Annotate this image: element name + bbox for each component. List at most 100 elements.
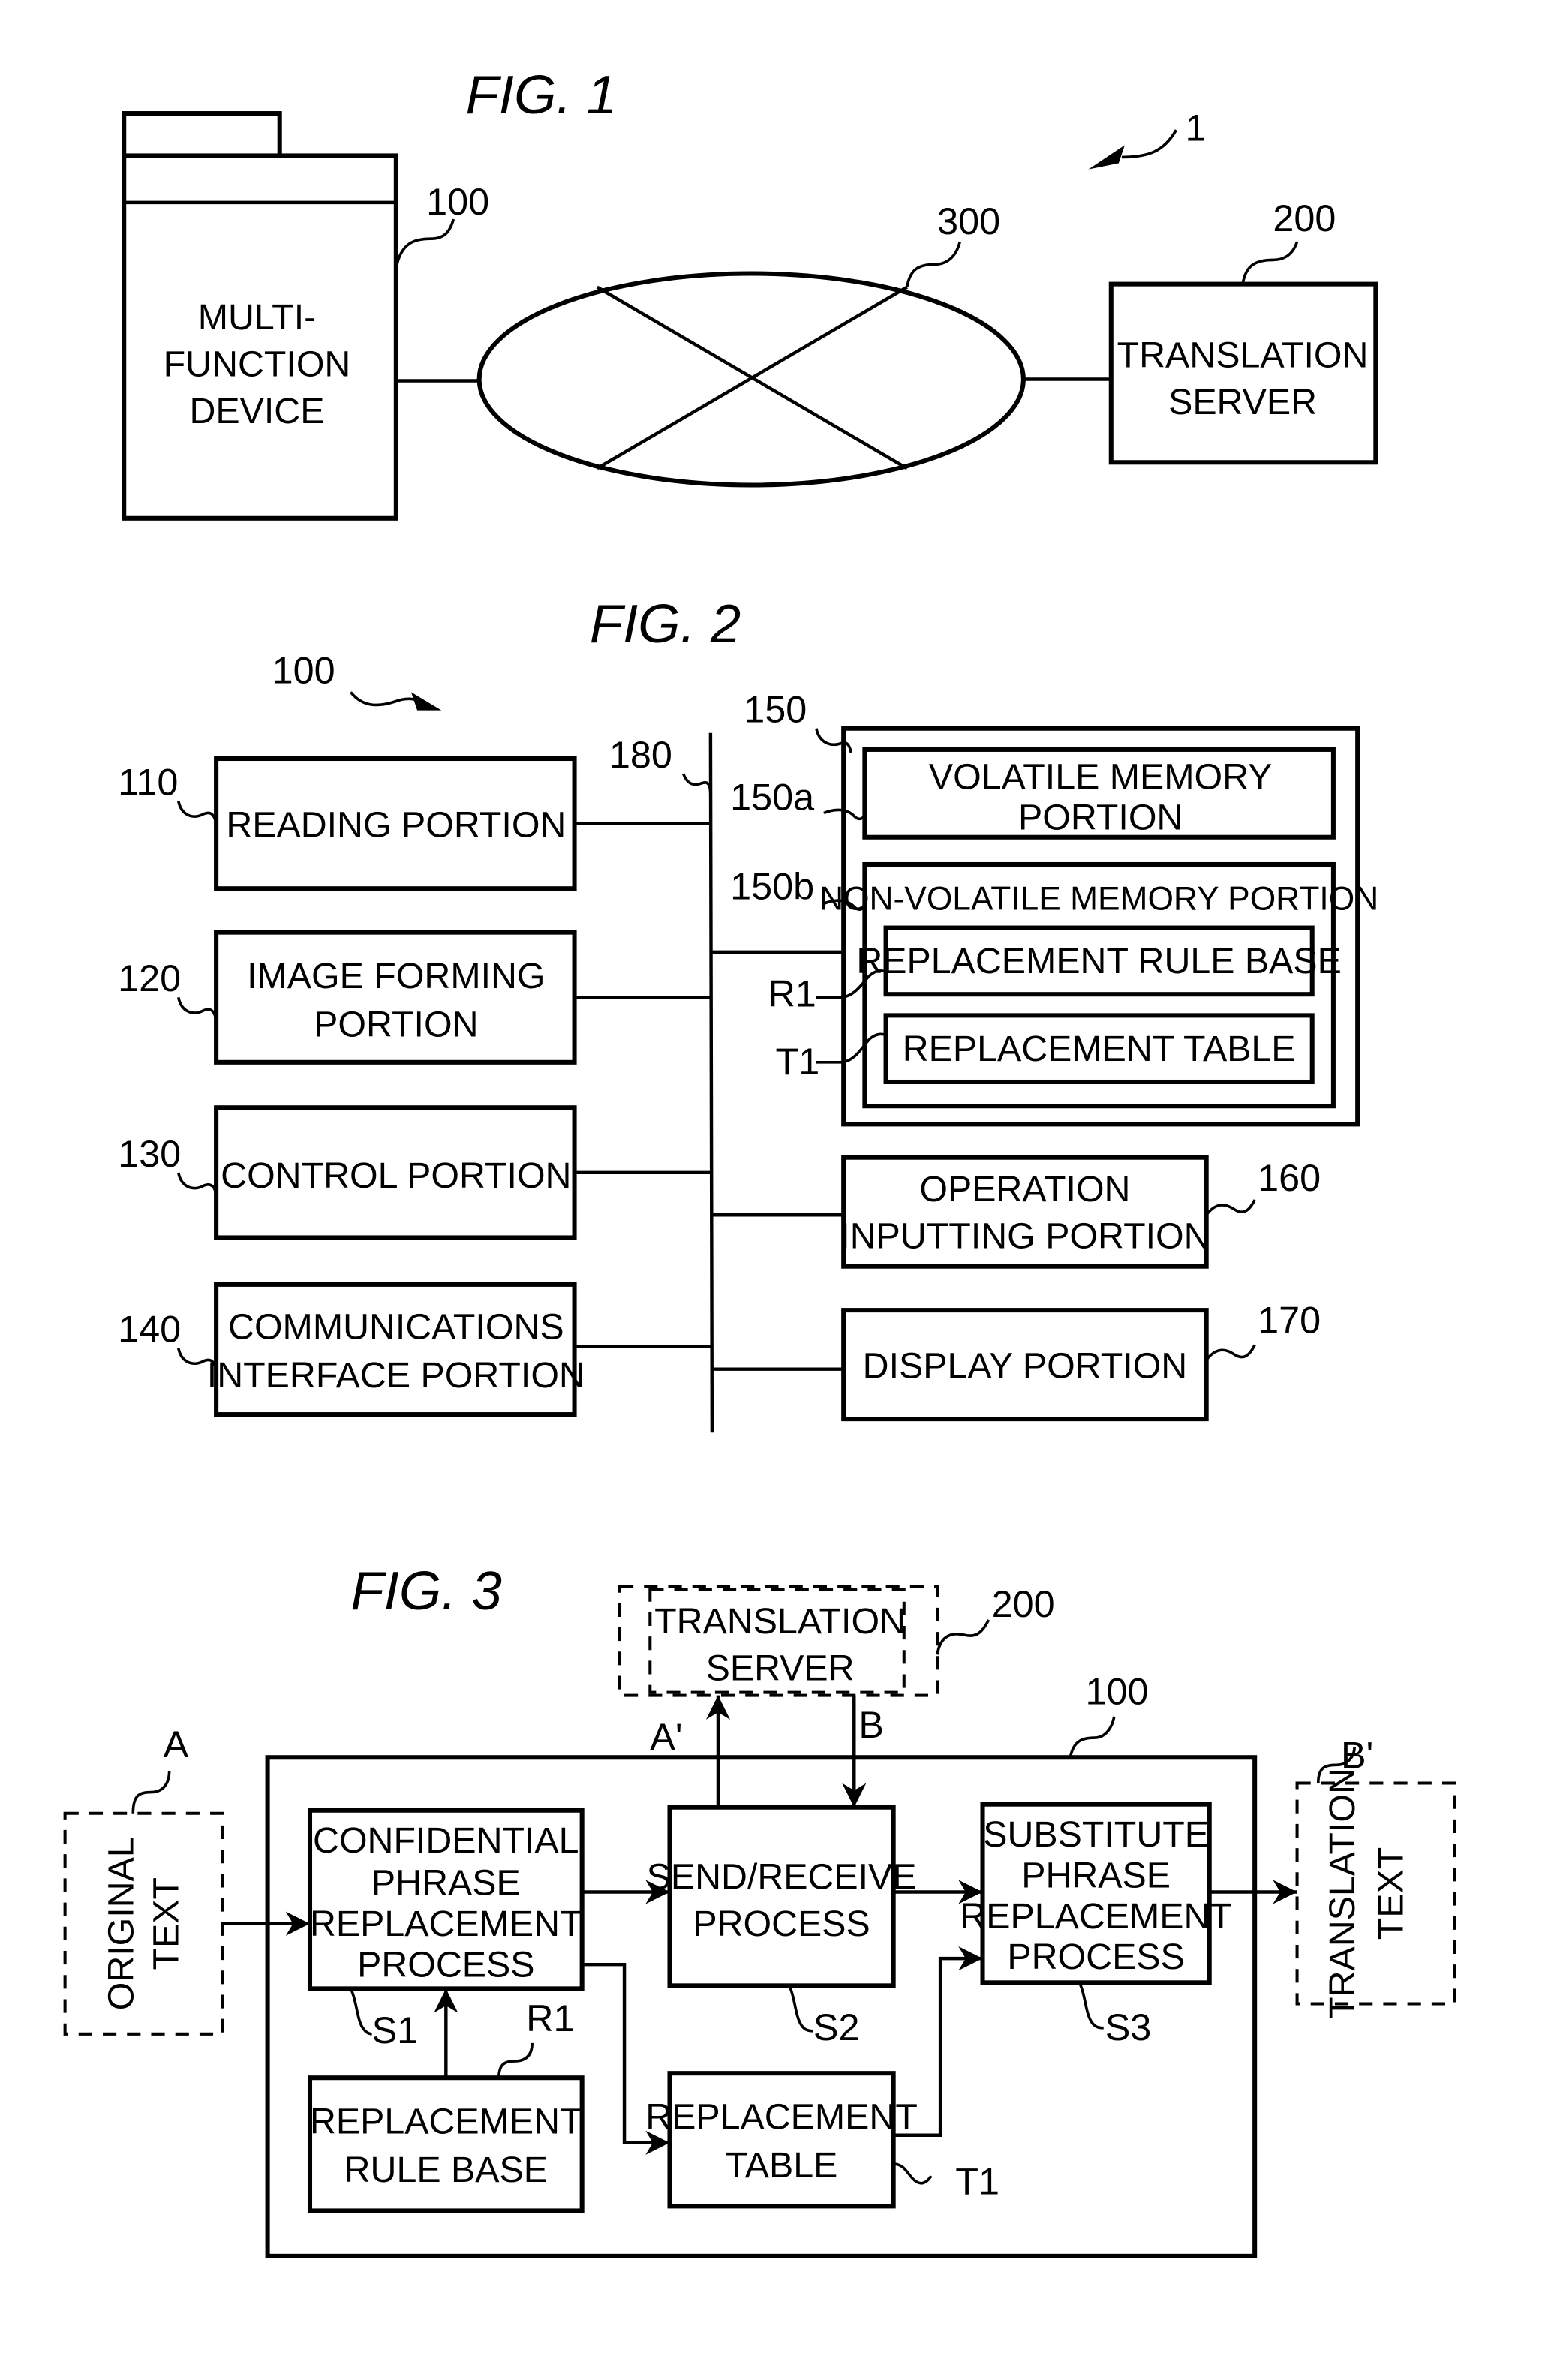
comm-label-line2: INTERFACE PORTION	[207, 1355, 585, 1396]
operation-label-line2: INPUTTING PORTION	[840, 1216, 1210, 1257]
r1-label-line1: REPLACEMENT	[310, 2102, 582, 2142]
device-pointer: 100	[272, 648, 442, 711]
t1-label-line1: REPLACEMENT	[645, 2097, 918, 2138]
display-portion: DISPLAY PORTION 170	[710, 1298, 1321, 1422]
bus-line	[708, 732, 714, 1433]
table-ref: T1	[776, 1040, 820, 1083]
original-text-leader-line	[131, 1771, 171, 1814]
s3-label-line3: REPLACEMENT	[960, 1896, 1232, 1937]
fig3-server-ref: 200	[992, 1582, 1055, 1625]
fig3-server-label-line2: SERVER	[706, 1648, 855, 1689]
device-arrowhead-icon	[410, 692, 442, 711]
r1-label-line2: RULE BASE	[344, 2150, 548, 2190]
patent-figures: FIG. 1 1 MULTI- FUNCTION DEVICE 100 300	[63, 65, 1456, 2258]
image-forming-label-line2: PORTION	[314, 1005, 478, 1045]
operation-label-line1: OPERATION	[919, 1169, 1130, 1210]
t1-label-line2: TABLE	[726, 2145, 838, 2186]
reading-label: READING PORTION	[226, 805, 566, 846]
reading-portion: READING PORTION 110	[118, 756, 711, 891]
volatile-label-line2: PORTION	[1018, 798, 1183, 838]
t1-ref: T1	[955, 2159, 999, 2202]
s3-label-line4: PROCESS	[1007, 1937, 1184, 1977]
mfd-ref: 100	[426, 180, 489, 223]
network-leader-line	[906, 241, 962, 287]
mfd-label-line1: MULTI-	[198, 297, 317, 338]
reading-leader-line	[176, 800, 218, 824]
figure-2: FIG. 2 100 180 READING PORTION 110 IMAGE…	[118, 593, 1378, 1433]
image-forming-label-line1: IMAGE FORMING	[247, 956, 545, 996]
s2-label-line2: PROCESS	[693, 1904, 870, 1944]
comm-label-line1: COMMUNICATIONS	[228, 1306, 564, 1347]
fig2-title: FIG. 2	[590, 593, 741, 654]
s1-label-line2: PHRASE	[371, 1863, 521, 1904]
s2-ref: S2	[813, 2006, 860, 2048]
s1-label-line1: CONFIDENTIAL	[313, 1820, 579, 1861]
translation-text: TRANSLATION TEXT B'	[1295, 1733, 1456, 2019]
server-label-line1: TRANSLATION	[1117, 335, 1369, 375]
figure-3: FIG. 3 TRANSLATION SERVER 200 100 ORIGIN…	[63, 1561, 1456, 2258]
comm-ref: 140	[118, 1307, 181, 1350]
system-ref: 1	[1185, 106, 1206, 149]
bus: 180	[609, 732, 714, 1433]
fig3-device-leader-line	[1069, 1716, 1116, 1758]
image-forming-leader-line	[176, 996, 218, 1020]
s3-ref: S3	[1105, 2006, 1152, 2048]
reading-ref: 110	[118, 760, 178, 803]
operation-ref: 160	[1258, 1156, 1321, 1199]
control-label: CONTROL PORTION	[221, 1155, 571, 1196]
s3-label-line2: PHRASE	[1021, 1855, 1171, 1895]
memory-ref: 150	[744, 688, 807, 731]
bus-ref: 180	[609, 733, 672, 776]
image-forming-portion: IMAGE FORMING PORTION 120	[118, 930, 711, 1065]
s1-ref: S1	[372, 2009, 419, 2051]
communications-interface-portion: COMMUNICATIONS INTERFACE PORTION 140	[118, 1282, 711, 1417]
memory-portion: 150 VOLATILE MEMORY PORTION 150a NON-VOL…	[710, 688, 1378, 1127]
s1-label-line4: PROCESS	[357, 1944, 534, 1985]
volatile-ref: 150a	[730, 775, 814, 818]
mfd-leader-line	[395, 218, 455, 269]
translation-text-label-line1: TRANSLATION	[1322, 1768, 1363, 2019]
system-leader-line	[1121, 129, 1177, 159]
original-text-box	[63, 1811, 224, 2036]
mfd-label-line2: FUNCTION	[164, 344, 351, 384]
fig1-title: FIG. 1	[466, 65, 617, 125]
fig3-title: FIG. 3	[350, 1561, 501, 1621]
operation-leader-line	[1205, 1199, 1256, 1216]
multi-function-device: MULTI- FUNCTION DEVICE 100	[122, 111, 489, 521]
display-label: DISPLAY PORTION	[863, 1346, 1187, 1387]
volatile-label-line1: VOLATILE MEMORY	[929, 756, 1273, 797]
figure-1: FIG. 1 1 MULTI- FUNCTION DEVICE 100 300	[122, 65, 1378, 521]
r1-box	[307, 2075, 585, 2213]
nonvolatile-label: NON-VOLATILE MEMORY PORTION	[819, 880, 1378, 917]
control-leader-line	[176, 1172, 218, 1195]
system-pointer: 1	[1088, 106, 1206, 170]
translation-text-label-line2: TEXT	[1371, 1847, 1411, 1940]
t1-box	[667, 2071, 896, 2209]
server-label-line2: SERVER	[1168, 382, 1317, 422]
network: 300	[395, 200, 1111, 488]
r1-ref: R1	[526, 1997, 574, 2039]
network-ref: 300	[937, 200, 1000, 242]
display-leader-line	[1205, 1344, 1256, 1361]
fig3-server-label-line1: TRANSLATION	[654, 1601, 906, 1642]
fig3-translation-server: TRANSLATION SERVER 200	[618, 1582, 1055, 1697]
arrow-a-prime-label: A'	[650, 1715, 682, 1758]
operation-inputting-portion: OPERATION INPUTTING PORTION 160	[710, 1155, 1321, 1269]
server-ref: 200	[1273, 197, 1336, 239]
server-leader-line	[1241, 241, 1299, 284]
system-arrowhead-icon	[1088, 145, 1125, 170]
rule-base-label: REPLACEMENT RULE BASE	[856, 941, 1341, 981]
s2-label-line1: SEND/RECEIVE	[647, 1856, 917, 1897]
original-text: ORIGINAL TEXT A	[63, 1723, 224, 2036]
s3-label-line1: SUBSTITUTE	[983, 1814, 1209, 1855]
mfd-top-tray	[122, 111, 282, 161]
original-text-ref: A	[164, 1723, 189, 1765]
display-ref: 170	[1258, 1298, 1321, 1341]
s1-label-line3: REPLACEMENT	[310, 1904, 582, 1944]
fig3-server-leader-line	[936, 1619, 990, 1655]
image-forming-ref: 120	[118, 957, 181, 999]
arrow-b-label: B	[858, 1703, 884, 1746]
rule-base-ref: R1	[768, 972, 816, 1014]
table-label: REPLACEMENT TABLE	[903, 1029, 1296, 1069]
fig3-device-ref: 100	[1086, 1670, 1149, 1713]
